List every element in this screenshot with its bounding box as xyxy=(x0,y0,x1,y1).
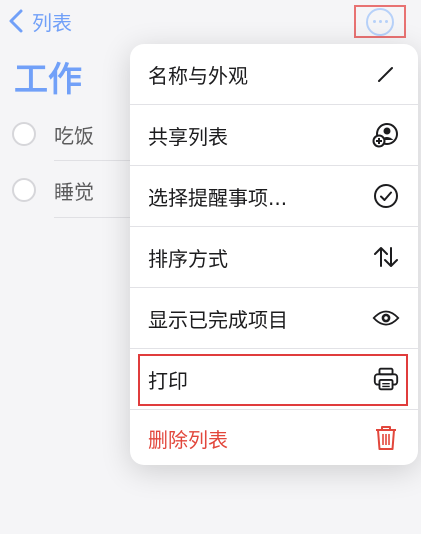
menu-item-share-list[interactable]: 共享列表 xyxy=(130,105,418,165)
checkmark-circle-icon xyxy=(372,182,400,210)
menu-item-label: 共享列表 xyxy=(148,124,228,149)
menu-item-print[interactable]: 打印 xyxy=(130,349,418,409)
menu-item-label: 显示已完成项目 xyxy=(148,307,288,332)
menu-item-sort-by[interactable]: 排序方式 xyxy=(130,227,418,287)
menu-item-label: 名称与外观 xyxy=(148,63,248,88)
sort-arrows-icon xyxy=(372,243,400,271)
menu-item-name-appearance[interactable]: 名称与外观 xyxy=(130,44,418,104)
list-options-menu: 名称与外观 共享列表 选择提醒事项... 排序方式 显示已完成项目 打印 删除列… xyxy=(130,44,418,465)
person-add-icon xyxy=(372,121,400,149)
menu-item-label: 选择提醒事项... xyxy=(148,185,288,210)
menu-item-show-completed[interactable]: 显示已完成项目 xyxy=(130,288,418,348)
printer-icon xyxy=(372,365,400,393)
trash-icon xyxy=(372,424,400,452)
eye-icon xyxy=(372,304,400,332)
menu-item-select-reminders[interactable]: 选择提醒事项... xyxy=(130,166,418,226)
menu-item-label: 打印 xyxy=(148,368,188,393)
menu-item-label: 排序方式 xyxy=(148,246,228,271)
menu-item-delete-list[interactable]: 删除列表 xyxy=(130,408,418,465)
menu-item-label: 删除列表 xyxy=(148,427,228,452)
pencil-icon xyxy=(372,60,400,88)
